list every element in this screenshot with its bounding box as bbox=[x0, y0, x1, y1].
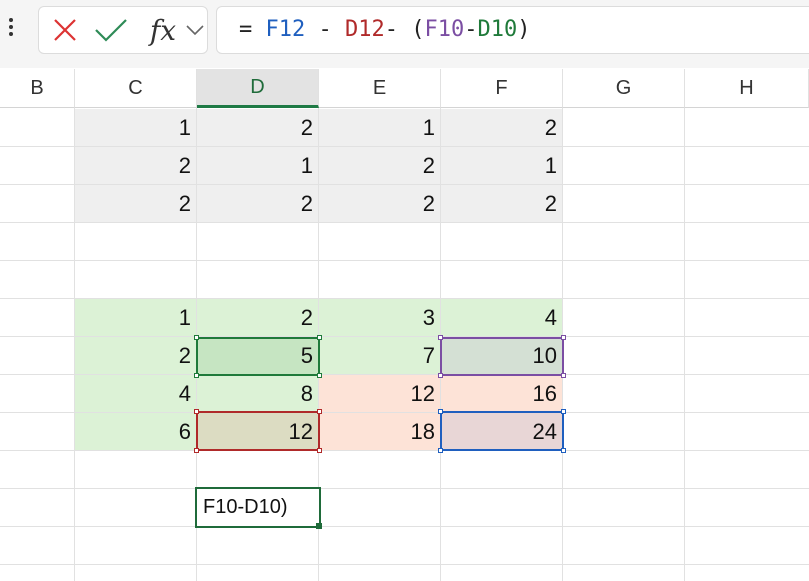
formula-token: D10 bbox=[477, 17, 518, 42]
grid-row-line bbox=[0, 564, 809, 565]
cell-value[interactable]: 12 bbox=[319, 375, 441, 412]
formula-token: - bbox=[464, 17, 478, 42]
formula-button-group: fx bbox=[38, 6, 208, 54]
confirm-button[interactable] bbox=[91, 7, 131, 53]
cell-value[interactable]: 4 bbox=[441, 299, 563, 336]
cell-value[interactable]: 2 bbox=[441, 109, 563, 146]
column-header-d[interactable]: D bbox=[197, 69, 319, 108]
checkmark-icon bbox=[95, 19, 127, 42]
column-header-f[interactable]: F bbox=[441, 69, 563, 108]
cell-value[interactable]: 1 bbox=[319, 109, 441, 146]
column-header-b[interactable]: B bbox=[0, 69, 75, 108]
chevron-down-icon bbox=[186, 25, 204, 36]
cell-value[interactable]: 2 bbox=[197, 185, 319, 222]
close-x-icon bbox=[54, 19, 76, 41]
cell-value[interactable]: 16 bbox=[441, 375, 563, 412]
column-header-e[interactable]: E bbox=[319, 69, 441, 108]
cell-value[interactable]: 24 bbox=[441, 413, 563, 450]
column-header-c[interactable]: C bbox=[75, 69, 197, 108]
grid-row-line bbox=[0, 488, 809, 489]
cell-value[interactable]: 2 bbox=[441, 185, 563, 222]
grid-row-line bbox=[0, 526, 809, 527]
fill-handle[interactable] bbox=[316, 523, 322, 529]
cell-value[interactable]: 3 bbox=[319, 299, 441, 336]
grid-row-line bbox=[0, 450, 809, 451]
active-cell-editor[interactable]: F10-D10) bbox=[195, 487, 321, 528]
expand-button[interactable] bbox=[183, 7, 207, 53]
cell-value[interactable]: 2 bbox=[75, 337, 197, 374]
cell-value[interactable]: 12 bbox=[197, 413, 319, 450]
formula-token: F10 bbox=[424, 17, 465, 42]
formula-bar: fx = F12 - D12- (F10-D10) bbox=[0, 0, 809, 68]
cell-value[interactable]: 1 bbox=[441, 147, 563, 184]
vertical-dots-icon[interactable] bbox=[8, 18, 14, 42]
cell-value[interactable]: 2 bbox=[319, 185, 441, 222]
formula-token: - bbox=[305, 17, 345, 42]
cell-value[interactable]: 18 bbox=[319, 413, 441, 450]
cell-value[interactable]: 6 bbox=[75, 413, 197, 450]
cell-value[interactable]: 1 bbox=[75, 109, 197, 146]
cell-value[interactable]: 8 bbox=[197, 375, 319, 412]
grid-column-line bbox=[684, 108, 685, 581]
cell-value[interactable]: 2 bbox=[197, 299, 319, 336]
formula-text: = F12 - D12- (F10-D10) bbox=[239, 17, 531, 42]
insert-function-button[interactable]: fx bbox=[143, 7, 183, 53]
formula-token: - ( bbox=[384, 17, 425, 42]
cell-value[interactable]: 1 bbox=[75, 299, 197, 336]
cell-value[interactable]: 2 bbox=[319, 147, 441, 184]
formula-token: = bbox=[239, 17, 266, 42]
cell-value[interactable]: 2 bbox=[75, 185, 197, 222]
fx-label: fx bbox=[149, 13, 177, 47]
cancel-button[interactable] bbox=[47, 7, 83, 53]
formula-token: F12 bbox=[265, 17, 306, 42]
grid-row-line bbox=[0, 222, 809, 223]
cell-value[interactable]: 2 bbox=[197, 109, 319, 146]
cell-value[interactable]: 1 bbox=[197, 147, 319, 184]
cell-value[interactable]: 5 bbox=[197, 337, 319, 374]
formula-token: ) bbox=[517, 17, 531, 42]
column-header-g[interactable]: G bbox=[563, 69, 685, 108]
cell-value[interactable]: 7 bbox=[319, 337, 441, 374]
column-header-h[interactable]: H bbox=[685, 69, 809, 108]
cell-value[interactable]: 4 bbox=[75, 375, 197, 412]
formula-token: D12 bbox=[345, 17, 385, 42]
cell-value[interactable]: 2 bbox=[75, 147, 197, 184]
cell-value[interactable]: 10 bbox=[441, 337, 563, 374]
grid-row-line bbox=[0, 260, 809, 261]
formula-input[interactable]: = F12 - D12- (F10-D10) bbox=[216, 6, 809, 54]
